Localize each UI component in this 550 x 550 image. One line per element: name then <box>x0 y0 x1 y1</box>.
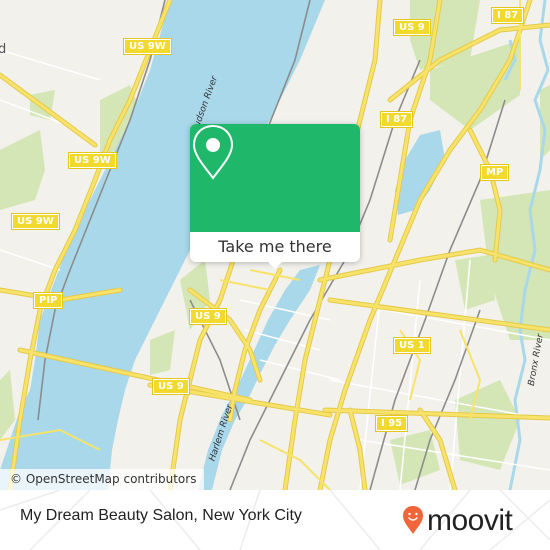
take-me-there-button[interactable]: Take me there <box>190 232 360 262</box>
road-shield-us9w: US 9W <box>123 38 172 55</box>
road-shield-i87: I 87 <box>490 7 525 24</box>
road-shield-us9: US 9 <box>189 308 227 325</box>
road-shield-pip: PIP <box>32 292 64 309</box>
road-shield-us9w: US 9W <box>11 213 60 230</box>
map-pin-icon <box>192 124 234 180</box>
destination-popup: Take me there <box>190 124 360 269</box>
map-attribution[interactable]: © OpenStreetMap contributors <box>0 469 205 490</box>
map-view[interactable]: US 9W US 9W US 9W US 9W PIP US 9 US 9 US… <box>0 0 550 490</box>
road-shield-us9w: US 9W <box>68 152 117 169</box>
footer: My Dream Beauty Salon, New York City moo… <box>0 490 550 550</box>
moovit-logo[interactable]: moovit <box>402 498 513 542</box>
place-label-partial: d <box>0 42 7 57</box>
road-shield-i87: I 87 <box>379 111 414 128</box>
road-shield-us9: US 9 <box>152 378 190 395</box>
road-shield-i95: I 95 <box>374 415 409 432</box>
popup-tail <box>267 261 283 269</box>
brand-name: moovit <box>427 504 513 537</box>
road-shield-us9: US 9 <box>393 19 431 36</box>
place-name: My Dream Beauty Salon, New York City <box>20 507 302 524</box>
moovit-smiley-pin-icon <box>403 506 423 534</box>
popup-header <box>190 124 360 232</box>
road-shield-us1: US 1 <box>393 337 431 354</box>
road-shield-mp: MP <box>479 164 510 181</box>
